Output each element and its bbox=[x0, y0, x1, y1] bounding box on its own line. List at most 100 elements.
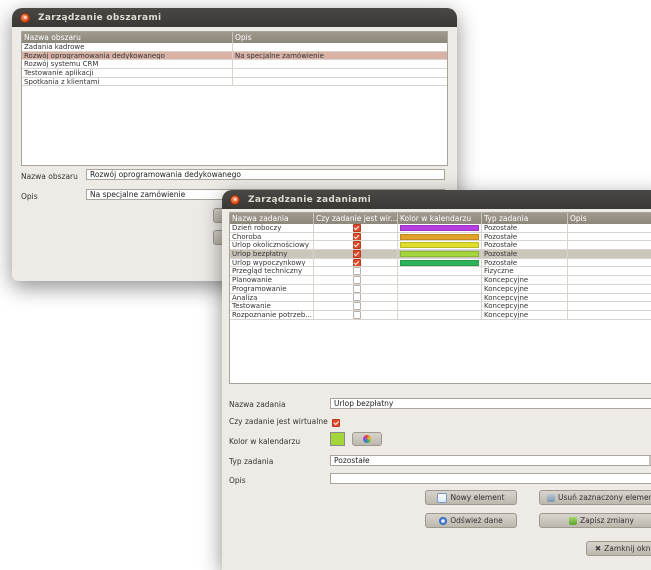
task-description-cell bbox=[568, 224, 651, 232]
calendar-color-bar bbox=[400, 251, 479, 258]
calendar-color-bar bbox=[400, 233, 479, 240]
calendar-color-bar bbox=[400, 242, 479, 249]
task-name-cell: Programowanie bbox=[230, 284, 314, 293]
virtual-checkbox[interactable] bbox=[352, 276, 361, 284]
task-type-cell: Koncepcyjne bbox=[482, 302, 568, 310]
virtual-checkbox[interactable] bbox=[332, 419, 340, 427]
task-type-cell: Pozostałe bbox=[482, 258, 568, 267]
task-color-cell bbox=[398, 250, 482, 258]
task-row[interactable]: Testowanie Koncepcyjne bbox=[230, 302, 651, 311]
close-icon[interactable] bbox=[230, 194, 240, 205]
task-row[interactable]: Przegląd techniczny Fizyczne bbox=[230, 267, 651, 277]
trash-icon bbox=[547, 493, 555, 502]
task-type-cell: Fizyczne bbox=[482, 267, 568, 276]
task-type-cell: Koncepcyjne bbox=[482, 293, 568, 302]
task-row[interactable]: Urlop okolicznościowy Pozostałe bbox=[230, 241, 651, 251]
area-row[interactable]: Zadania kadrowe bbox=[22, 43, 447, 52]
task-virtual-cell bbox=[314, 224, 398, 232]
task-name-cell: Testowanie bbox=[230, 302, 314, 310]
column-header-description[interactable]: Opis bbox=[233, 32, 447, 43]
area-name-label: Nazwa obszaru bbox=[21, 172, 78, 181]
task-color-cell bbox=[398, 284, 482, 293]
task-color-cell bbox=[398, 310, 482, 319]
virtual-checkbox[interactable] bbox=[352, 267, 361, 276]
task-description-cell bbox=[568, 267, 651, 275]
area-name-cell: Rozwój oprogramowania dedykowanego bbox=[22, 51, 233, 60]
task-name-cell: Choroba bbox=[230, 232, 314, 241]
new-document-icon bbox=[437, 492, 448, 503]
column-header-description[interactable]: Opis bbox=[568, 213, 651, 224]
area-name-cell: Spotkania z klientami bbox=[22, 77, 233, 86]
task-type-select[interactable]: Pozostałe ▼ bbox=[330, 455, 651, 466]
refresh-label: Odśwież dane bbox=[450, 516, 503, 525]
task-row[interactable]: Rozpoznanie potrzeb... Koncepcyjne bbox=[230, 310, 651, 320]
virtual-checkbox[interactable] bbox=[352, 302, 361, 310]
virtual-checkbox[interactable] bbox=[352, 293, 361, 302]
virtual-checkbox[interactable] bbox=[352, 224, 361, 232]
task-row[interactable]: Choroba Pozostałe bbox=[230, 232, 651, 242]
task-row[interactable]: Analiza Koncepcyjne bbox=[230, 293, 651, 303]
virtual-label: Czy zadanie jest wirtualne bbox=[229, 417, 328, 426]
task-virtual-cell bbox=[314, 284, 398, 293]
task-color-cell bbox=[398, 224, 482, 232]
column-header-area-name[interactable]: Nazwa obszaru bbox=[22, 32, 233, 43]
task-type-value: Pozostałe bbox=[334, 456, 370, 465]
task-name-cell: Urlop okolicznościowy bbox=[230, 241, 314, 250]
close-window-label: Zamknij okno bbox=[604, 544, 651, 553]
task-row[interactable]: Urlop wypoczynkowy Pozostałe bbox=[230, 258, 651, 268]
calendar-color-label: Kolor w kalendarzu bbox=[229, 437, 301, 446]
virtual-checkbox[interactable] bbox=[352, 241, 361, 250]
task-virtual-cell bbox=[314, 267, 398, 276]
virtual-checkbox[interactable] bbox=[352, 250, 361, 258]
task-description-field[interactable] bbox=[330, 473, 651, 484]
areas-table: Nazwa obszaru Opis Zadania kadrowe Rozwój… bbox=[21, 31, 448, 166]
areas-window-title: Zarządzanie obszarami bbox=[38, 12, 162, 23]
close-x-icon: ✖ bbox=[594, 544, 602, 553]
task-description-cell bbox=[568, 259, 651, 267]
areas-window-titlebar: Zarządzanie obszarami bbox=[12, 8, 457, 27]
task-type-cell: Koncepcyjne bbox=[482, 310, 568, 319]
area-name-field[interactable]: Rozwój oprogramowania dedykowanego bbox=[86, 169, 445, 180]
virtual-checkbox[interactable] bbox=[352, 258, 361, 267]
area-description-label: Opis bbox=[21, 192, 38, 201]
column-header-calendar-color[interactable]: Kolor w kalendarzu bbox=[398, 213, 482, 224]
task-description-cell bbox=[568, 285, 651, 293]
column-header-virtual[interactable]: Czy zadanie jest wir... bbox=[314, 213, 398, 224]
new-element-label: Nowy element bbox=[450, 493, 505, 502]
column-header-task-type[interactable]: Typ zadania bbox=[482, 213, 568, 224]
calendar-color-bar bbox=[400, 259, 479, 266]
refresh-button[interactable]: Odśwież dane bbox=[425, 513, 517, 528]
task-type-label: Typ zadania bbox=[229, 457, 274, 466]
task-color-cell bbox=[398, 302, 482, 310]
task-name-cell: Rozpoznanie potrzeb... bbox=[232, 310, 314, 319]
save-changes-button[interactable]: Zapisz zmiany bbox=[539, 513, 651, 528]
task-virtual-cell bbox=[314, 250, 398, 258]
delete-selected-button[interactable]: Usuń zaznaczony element bbox=[539, 490, 651, 505]
close-icon[interactable] bbox=[20, 12, 30, 23]
task-name-cell: Przegląd techniczny bbox=[230, 267, 314, 276]
areas-table-body: Zadania kadrowe Rozwój oprogramowania ded… bbox=[22, 43, 447, 87]
area-name-cell: Zadania kadrowe bbox=[22, 43, 233, 51]
task-row[interactable]: Programowanie Koncepcyjne bbox=[230, 284, 651, 294]
task-row[interactable]: Planowanie Koncepcyjne bbox=[230, 276, 651, 285]
task-row[interactable]: Dzień roboczy Pozostałe bbox=[230, 224, 651, 233]
task-name-field[interactable]: Urlop bezpłatny bbox=[330, 398, 651, 409]
task-name-cell: Planowanie bbox=[230, 276, 314, 284]
area-description-cell bbox=[233, 69, 447, 77]
virtual-checkbox[interactable] bbox=[352, 232, 361, 241]
virtual-checkbox[interactable] bbox=[352, 284, 361, 293]
close-window-button[interactable]: ✖ Zamknij okno bbox=[586, 541, 651, 556]
task-color-cell bbox=[398, 293, 482, 302]
task-virtual-cell bbox=[314, 276, 398, 284]
virtual-checkbox[interactable] bbox=[352, 310, 361, 319]
new-element-button[interactable]: Nowy element bbox=[425, 490, 517, 505]
area-description-cell: Na specjalne zamówienie bbox=[235, 51, 324, 60]
area-row[interactable]: Rozwój systemu CRM bbox=[22, 60, 447, 70]
area-row[interactable]: Rozwój oprogramowania dedykowanego Na spe… bbox=[22, 51, 447, 61]
column-header-task-name[interactable]: Nazwa zadania bbox=[230, 213, 314, 224]
area-row[interactable]: Testowanie aplikacji bbox=[22, 69, 447, 78]
color-picker-button[interactable] bbox=[352, 432, 382, 446]
area-row[interactable]: Spotkania z klientami bbox=[22, 77, 447, 87]
task-description-cell bbox=[568, 250, 651, 258]
task-row[interactable]: Urlop bezpłatny Pozostałe bbox=[230, 250, 651, 259]
